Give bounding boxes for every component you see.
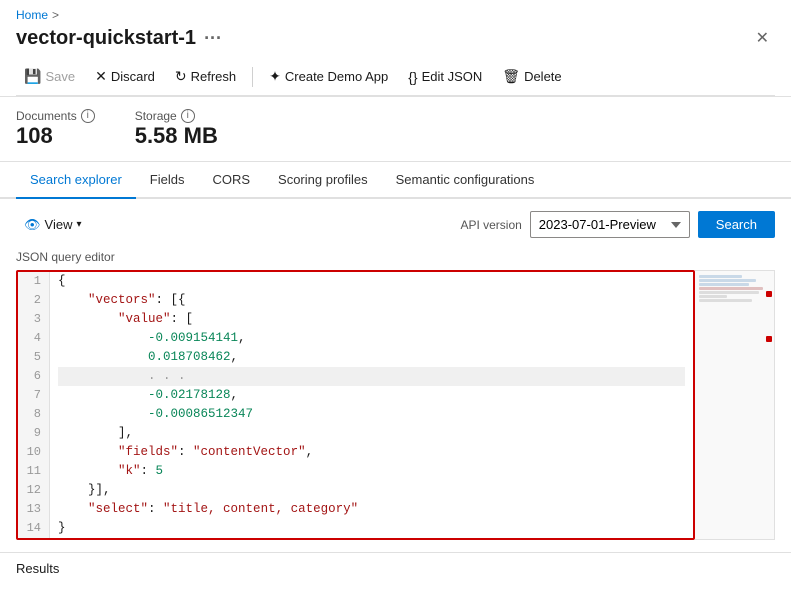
delete-button[interactable]: 🗑 Delete — [494, 64, 569, 89]
minimap-marker — [766, 336, 772, 342]
tab-search-explorer[interactable]: Search explorer — [16, 162, 136, 199]
tab-scoring-profiles[interactable]: Scoring profiles — [264, 162, 382, 199]
view-button[interactable]: 👁 View ▾ — [16, 213, 90, 237]
edit-json-icon: {} — [408, 69, 417, 85]
minimap-content — [695, 271, 774, 307]
line-number: 11 — [26, 462, 41, 481]
line-number: 1 — [26, 272, 41, 291]
line-number: 4 — [26, 329, 41, 348]
documents-stat: Documents i 108 — [16, 109, 95, 149]
discard-icon: ✕ — [95, 68, 107, 85]
toolbar-divider — [252, 67, 253, 87]
code-line: "k": 5 — [58, 462, 685, 481]
code-line: "fields": "contentVector", — [58, 443, 685, 462]
save-button[interactable]: 💾 Save — [16, 64, 83, 89]
editor-label: JSON query editor — [16, 250, 775, 264]
line-numbers: 1234567891011121314 — [18, 272, 50, 538]
api-version-select[interactable]: 2023-07-01-Preview2021-04-30-Preview2020… — [530, 211, 690, 238]
line-number: 12 — [26, 481, 41, 500]
code-line: -0.00086512347 — [58, 405, 685, 424]
mini-line — [699, 275, 742, 278]
minimap-marker — [766, 291, 772, 297]
main-content: 👁 View ▾ API version 2023-07-01-Preview2… — [0, 199, 791, 552]
chevron-down-icon: ▾ — [76, 219, 81, 230]
stats-row: Documents i 108 Storage i 5.58 MB — [0, 97, 791, 162]
edit-json-button[interactable]: {} Edit JSON — [400, 65, 490, 89]
code-editor[interactable]: 1234567891011121314 { "vectors": [{ "val… — [16, 270, 695, 540]
create-demo-button[interactable]: ✦ Create Demo App — [261, 64, 396, 89]
line-number: 13 — [26, 500, 41, 519]
line-number: 2 — [26, 291, 41, 310]
page-title: vector-quickstart-1 ··· — [16, 27, 222, 50]
storage-label: Storage i — [135, 109, 218, 123]
tab-cors[interactable]: CORS — [198, 162, 264, 199]
mini-line — [699, 291, 759, 294]
documents-label: Documents i — [16, 109, 95, 123]
line-number: 14 — [26, 519, 41, 538]
tab-bar: Search explorerFieldsCORSScoring profile… — [0, 162, 791, 199]
title-row: vector-quickstart-1 ··· ✕ — [16, 26, 775, 50]
create-demo-icon: ✦ — [269, 68, 281, 85]
code-content[interactable]: { "vectors": [{ "value": [ -0.009154141,… — [50, 272, 693, 538]
page-wrapper: Home > vector-quickstart-1 ··· ✕ 💾 Save … — [0, 0, 791, 608]
save-icon: 💾 — [24, 68, 41, 85]
title-more-options[interactable]: ··· — [204, 28, 222, 49]
breadcrumb-home[interactable]: Home — [16, 8, 48, 22]
editor-container: 1234567891011121314 { "vectors": [{ "val… — [16, 270, 775, 540]
mini-line — [699, 283, 749, 286]
close-button[interactable]: ✕ — [750, 26, 775, 50]
mini-line — [699, 299, 752, 302]
breadcrumb-sep: > — [52, 8, 59, 22]
code-line: "value": [ — [58, 310, 685, 329]
toolbar: 💾 Save ✕ Discard ↻ Refresh ✦ Create Demo… — [16, 58, 775, 96]
code-lines: 1234567891011121314 { "vectors": [{ "val… — [18, 272, 693, 538]
storage-stat: Storage i 5.58 MB — [135, 109, 218, 149]
code-line: . . . — [58, 367, 685, 386]
search-button[interactable]: Search — [698, 211, 775, 238]
line-number: 6 — [26, 367, 41, 386]
code-line: { — [58, 272, 685, 291]
code-line: 0.018708462, — [58, 348, 685, 367]
line-number: 9 — [26, 424, 41, 443]
documents-info-icon[interactable]: i — [81, 109, 95, 123]
documents-value: 108 — [16, 123, 95, 149]
tab-fields[interactable]: Fields — [136, 162, 199, 199]
page-title-text: vector-quickstart-1 — [16, 27, 196, 50]
refresh-icon: ↻ — [175, 68, 187, 85]
line-number: 7 — [26, 386, 41, 405]
code-line: -0.02178128, — [58, 386, 685, 405]
api-version-group: API version 2023-07-01-Preview2021-04-30… — [460, 211, 775, 238]
minimap — [695, 270, 775, 540]
controls-row: 👁 View ▾ API version 2023-07-01-Preview2… — [16, 211, 775, 238]
refresh-button[interactable]: ↻ Refresh — [167, 64, 244, 89]
code-line: "select": "title, content, category" — [58, 500, 685, 519]
line-number: 3 — [26, 310, 41, 329]
api-version-label: API version — [460, 218, 521, 232]
code-line: }], — [58, 481, 685, 500]
code-line: ], — [58, 424, 685, 443]
discard-button[interactable]: ✕ Discard — [87, 64, 163, 89]
eye-icon: 👁 — [24, 217, 41, 233]
storage-value: 5.58 MB — [135, 123, 218, 149]
code-line: -0.009154141, — [58, 329, 685, 348]
results-label: Results — [0, 552, 791, 584]
breadcrumb: Home > — [16, 8, 775, 22]
line-number: 10 — [26, 443, 41, 462]
top-bar: Home > vector-quickstart-1 ··· ✕ 💾 Save … — [0, 0, 791, 97]
mini-line — [699, 287, 763, 290]
code-line: "vectors": [{ — [58, 291, 685, 310]
delete-icon: 🗑 — [502, 68, 520, 85]
tab-semantic-configurations[interactable]: Semantic configurations — [382, 162, 549, 199]
mini-line — [699, 279, 756, 282]
code-line: } — [58, 519, 685, 538]
storage-info-icon[interactable]: i — [181, 109, 195, 123]
mini-line — [699, 295, 727, 298]
line-number: 8 — [26, 405, 41, 424]
line-number: 5 — [26, 348, 41, 367]
